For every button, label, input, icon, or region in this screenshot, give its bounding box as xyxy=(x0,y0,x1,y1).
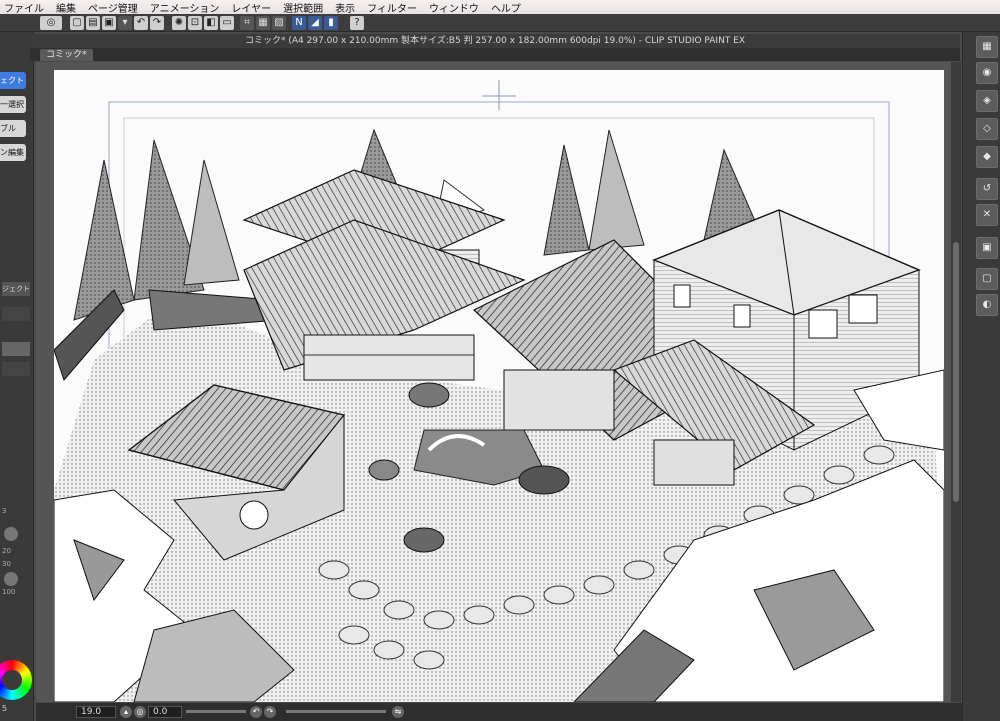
zoom-slider[interactable] xyxy=(186,710,246,713)
canvas-tab-row: コミック* xyxy=(30,48,960,61)
scrollbar-thumb[interactable] xyxy=(953,242,959,502)
menu-window[interactable]: ウィンドウ xyxy=(425,0,487,15)
zoom-field[interactable]: 19.0 xyxy=(76,706,116,718)
right-icon-panel: ▦ ◉ ◈ ◇ ◆ ↺ ✕ ▣ ▢ ◐ xyxy=(962,32,1000,721)
new-file-icon[interactable]: ▢ xyxy=(70,16,84,30)
save-icon[interactable]: ▣ xyxy=(102,16,116,30)
loading-icon[interactable]: ✺ xyxy=(172,16,186,30)
menu-page[interactable]: ページ管理 xyxy=(84,0,146,15)
left-tab-edit[interactable]: ン編集 xyxy=(0,144,26,161)
fit-icon[interactable]: ◎ xyxy=(134,706,146,718)
canvas-area[interactable] xyxy=(36,62,951,702)
panel-icon-material[interactable]: ◉ xyxy=(976,62,998,84)
status-bar: 19.0 ▴ ◎ 0.0 ↶ ↷ ⇋ xyxy=(36,703,962,721)
left-status-value: 5 xyxy=(2,704,8,713)
dropdown-row[interactable] xyxy=(2,342,30,356)
redo-icon[interactable]: ↷ xyxy=(150,16,164,30)
panel-icon-info[interactable]: ✕ xyxy=(976,204,998,226)
menu-view[interactable]: 表示 xyxy=(331,0,363,15)
panel-icon-3d[interactable]: ◈ xyxy=(976,90,998,112)
grid-snap-icon[interactable]: ▮ xyxy=(324,16,338,30)
left-tab-table[interactable]: ブル xyxy=(0,120,26,137)
garden-artwork xyxy=(53,80,945,702)
save-menu-icon[interactable]: ▾ xyxy=(118,16,132,30)
brush-size-20[interactable]: 20 xyxy=(2,547,11,555)
menu-bar: ファイル 編集 ページ管理 アニメーション レイヤー 選択範囲 表示 フィルター… xyxy=(0,0,1000,15)
rotation-slider[interactable] xyxy=(286,710,386,713)
help-icon[interactable]: ? xyxy=(350,16,364,30)
rotation-field[interactable]: 0.0 xyxy=(148,706,182,718)
ruler-snap-icon[interactable]: N xyxy=(292,16,306,30)
panel-icon-image[interactable]: ▣ xyxy=(976,237,998,259)
panel-icon-subview[interactable]: ◆ xyxy=(976,146,998,168)
comic-page[interactable] xyxy=(53,70,945,702)
fill-icon[interactable]: ◧ xyxy=(204,16,218,30)
clear-icon[interactable]: ▦ xyxy=(256,16,270,30)
color-row[interactable] xyxy=(2,362,30,376)
brush-preview-large-icon[interactable] xyxy=(4,572,18,586)
undo-icon[interactable]: ↶ xyxy=(134,16,148,30)
layer-row[interactable]: ジェクト] xyxy=(2,282,30,296)
brush-size-100[interactable]: 100 xyxy=(2,588,15,596)
property-row[interactable] xyxy=(2,307,30,321)
transform-icon[interactable]: ⊡ xyxy=(188,16,202,30)
vertical-scrollbar[interactable] xyxy=(951,62,961,702)
panel-icon-navigator[interactable]: ◇ xyxy=(976,118,998,140)
panel-icon-search[interactable]: ◐ xyxy=(976,294,998,316)
selection-icon[interactable]: ▨ xyxy=(272,16,286,30)
tool-property-panel: ェクト 一選択 ブル ン編集 ジェクト] 3 20 30 100 xyxy=(0,32,34,721)
left-tab-object[interactable]: ェクト xyxy=(0,72,26,89)
crop-icon[interactable]: ⌗ xyxy=(240,16,254,30)
command-bar: ◎ ▢ ▤ ▣ ▾ ↶ ↷ ✺ ⊡ ◧ ▭ ⌗ ▦ ▨ N ◢ ▮ ? xyxy=(0,14,1000,32)
open-file-icon[interactable]: ▤ xyxy=(86,16,100,30)
brush-preview-icon[interactable] xyxy=(4,527,18,541)
menu-help[interactable]: ヘルプ xyxy=(487,0,529,15)
menu-selection[interactable]: 選択範囲 xyxy=(279,0,331,15)
panel-icon-layers[interactable]: ▦ xyxy=(976,36,998,58)
panel-icon-history[interactable]: ↺ xyxy=(976,178,998,200)
canvas-tab[interactable]: コミック* xyxy=(40,49,93,61)
eraser-icon[interactable]: ▭ xyxy=(220,16,234,30)
special-ruler-snap-icon[interactable]: ◢ xyxy=(308,16,322,30)
rotate-left-icon[interactable]: ↶ xyxy=(250,706,262,718)
panel-icon-frame[interactable]: ▢ xyxy=(976,268,998,290)
menu-animation[interactable]: アニメーション xyxy=(146,0,228,15)
menu-edit[interactable]: 編集 xyxy=(52,0,84,15)
clip-studio-logo-icon[interactable]: ◎ xyxy=(40,16,62,30)
color-wheel[interactable] xyxy=(0,660,32,700)
zoom-stepper-icon[interactable]: ▴ xyxy=(120,706,132,718)
brush-size-30[interactable]: 30 xyxy=(2,560,11,568)
brush-size-3[interactable]: 3 xyxy=(2,507,6,515)
menu-file[interactable]: ファイル xyxy=(0,0,52,15)
flip-icon[interactable]: ⇋ xyxy=(392,706,404,718)
menu-layer[interactable]: レイヤー xyxy=(227,0,279,15)
left-tab-select[interactable]: 一選択 xyxy=(0,96,26,113)
rotate-right-icon[interactable]: ↷ xyxy=(264,706,276,718)
menu-filter[interactable]: フィルター xyxy=(363,0,425,15)
canvas-window-title: コミック* (A4 297.00 x 210.00mm 製本サイズ:B5 判 2… xyxy=(30,34,960,48)
